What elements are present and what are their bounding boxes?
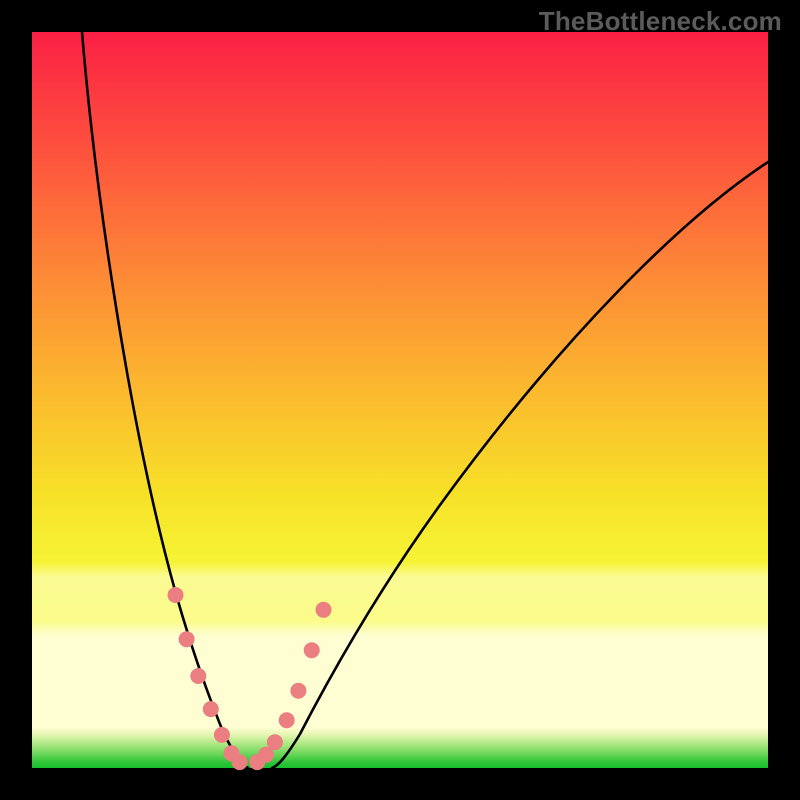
bottleneck-chart bbox=[0, 0, 800, 800]
marker-dot bbox=[190, 668, 206, 684]
marker-dot bbox=[279, 712, 295, 728]
marker-dot bbox=[203, 701, 219, 717]
marker-dot bbox=[168, 587, 184, 603]
marker-dot bbox=[267, 734, 283, 750]
marker-dot bbox=[316, 602, 332, 618]
marker-dot bbox=[214, 727, 230, 743]
marker-dot bbox=[290, 683, 306, 699]
marker-dot bbox=[304, 642, 320, 658]
marker-dot bbox=[179, 631, 195, 647]
marker-dot bbox=[232, 754, 248, 770]
watermark: TheBottleneck.com bbox=[539, 6, 782, 37]
plot-bg bbox=[32, 32, 768, 768]
